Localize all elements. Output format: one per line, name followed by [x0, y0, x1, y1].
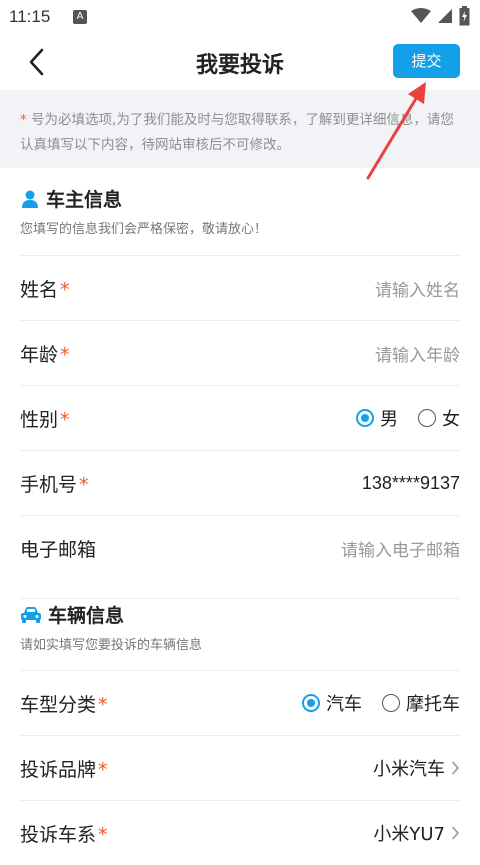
vehicle-type-radio-group: 汽车 摩托车	[302, 690, 460, 716]
age-row[interactable]: 年龄 * 请输入年龄	[20, 320, 460, 385]
gender-label: 性别	[20, 408, 59, 431]
notice-text: 号为必填选项,为了我们能及时与您取得联系，了解到更详细信息，请您认真填写以下内容…	[20, 112, 454, 153]
nav-bar: 我要投诉 提交	[0, 34, 480, 90]
required-star: *	[60, 408, 70, 431]
car-icon	[21, 606, 41, 623]
name-label: 姓名	[20, 278, 59, 301]
required-star: *	[60, 343, 70, 366]
owner-section-header: 车主信息 您填写的信息我们会严格保密，敬请放心！	[20, 185, 460, 237]
vehicle-type-label: 车型分类	[20, 693, 97, 716]
vehicle-type-radio-car[interactable]: 汽车	[302, 690, 362, 716]
series-select[interactable]: 小米YU7	[373, 820, 460, 846]
vehicle-section-subtitle: 请如实填写您要投诉的车辆信息	[20, 638, 203, 653]
required-star: *	[79, 473, 89, 496]
series-label: 投诉车系	[20, 823, 97, 846]
vehicle-section-title: 车辆信息	[48, 605, 125, 627]
phone-label: 手机号	[20, 473, 78, 496]
status-bar: 11:15 A	[0, 0, 480, 34]
vehicle-section-header: 车辆信息 请如实填写您要投诉的车辆信息	[20, 598, 460, 653]
gender-radio-female[interactable]: 女	[418, 405, 460, 431]
radio-unchecked-icon	[418, 409, 436, 427]
owner-section-title: 车主信息	[46, 189, 123, 211]
notice-banner: * 号为必填选项,为了我们能及时与您取得联系，了解到更详细信息，请您认真填写以下…	[0, 90, 480, 168]
owner-section-subtitle: 您填写的信息我们会严格保密，敬请放心！	[20, 222, 268, 237]
brand-select[interactable]: 小米汽车	[373, 755, 460, 781]
required-star: *	[98, 693, 108, 716]
radio-unchecked-icon	[382, 694, 400, 712]
vehicle-type-row: 车型分类 * 汽车 摩托车	[20, 670, 460, 735]
gender-row: 性别 * 男 女	[20, 385, 460, 450]
status-icons	[411, 6, 470, 26]
status-time: 11:15	[9, 7, 51, 26]
gender-option-label: 男	[380, 409, 398, 430]
required-star: *	[20, 112, 27, 128]
radio-checked-icon	[356, 409, 374, 427]
notification-icon: A	[73, 10, 87, 24]
gender-option-label: 女	[442, 409, 460, 430]
chevron-right-icon	[451, 761, 460, 775]
submit-button[interactable]: 提交	[393, 44, 460, 78]
phone-input[interactable]: 138****9137	[362, 473, 460, 494]
vehicle-type-option-label: 汽车	[326, 694, 362, 715]
email-row[interactable]: 电子邮箱 请输入电子邮箱	[20, 515, 460, 580]
age-input[interactable]: 请输入年龄	[375, 341, 460, 366]
gender-radio-male[interactable]: 男	[356, 405, 398, 431]
vehicle-type-radio-motorcycle[interactable]: 摩托车	[382, 690, 460, 716]
brand-row[interactable]: 投诉品牌 * 小米汽车	[20, 735, 460, 800]
radio-checked-icon	[302, 694, 320, 712]
series-value: 小米YU7	[373, 824, 445, 845]
email-label: 电子邮箱	[20, 538, 97, 561]
email-input[interactable]: 请输入电子邮箱	[341, 536, 460, 561]
brand-label: 投诉品牌	[20, 758, 97, 781]
required-star: *	[98, 758, 108, 781]
series-row[interactable]: 投诉车系 * 小米YU7	[20, 800, 460, 865]
battery-icon	[459, 6, 470, 26]
required-star: *	[98, 823, 108, 846]
required-star: *	[60, 278, 70, 301]
chevron-right-icon	[451, 826, 460, 840]
wifi-icon	[411, 8, 431, 23]
gender-radio-group: 男 女	[356, 405, 460, 431]
person-icon	[22, 190, 38, 208]
signal-icon	[438, 9, 452, 23]
brand-value: 小米汽车	[373, 759, 445, 780]
vehicle-type-option-label: 摩托车	[406, 694, 460, 715]
name-row[interactable]: 姓名 * 请输入姓名	[20, 255, 460, 320]
name-input[interactable]: 请输入姓名	[375, 276, 460, 301]
phone-row[interactable]: 手机号 * 138****9137	[20, 450, 460, 515]
age-label: 年龄	[20, 343, 59, 366]
